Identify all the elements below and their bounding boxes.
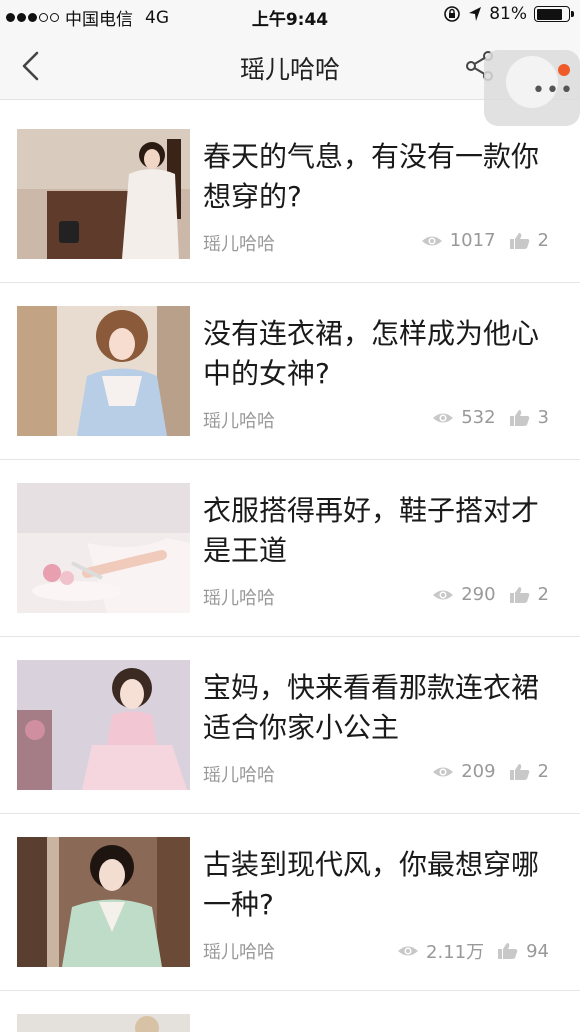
article-stats: 209 2: [432, 761, 549, 782]
article-thumbnail: [17, 1014, 190, 1032]
battery-icon: [534, 6, 574, 22]
article-author: 瑶儿哈哈: [203, 765, 275, 786]
article-stats: 1017 2: [421, 230, 549, 251]
article-thumbnail: [17, 483, 190, 613]
more-icon: •••: [532, 78, 574, 103]
like-count: 2: [537, 584, 549, 605]
like-count: 3: [537, 407, 549, 428]
thumbs-up-icon: [509, 409, 529, 426]
list-item[interactable]: 没有连衣裙，怎样成为他心中的女神? 瑶儿哈哈 532 3: [0, 283, 580, 460]
thumbs-up-icon: [509, 763, 529, 780]
article-thumbnail: [17, 837, 190, 967]
orientation-lock-icon: [444, 6, 461, 22]
article-title[interactable]: 古装到现代风，你最想穿哪一种?: [203, 845, 563, 925]
view-count: 209: [461, 761, 496, 782]
article-author: 瑶儿哈哈: [203, 942, 275, 963]
article-meta: 瑶儿哈哈 209 2: [203, 761, 553, 787]
article-stats: 2.11万 94: [397, 938, 549, 964]
article-title[interactable]: 春天的气息，有没有一款你想穿的?: [203, 137, 563, 217]
article-title[interactable]: 宝妈，快来看看那款连衣裙适合你家小公主: [203, 668, 563, 748]
view-count: 290: [461, 584, 496, 605]
article-thumbnail: [17, 660, 190, 790]
battery-percent: 81%: [489, 4, 527, 24]
view-count: 1017: [449, 230, 496, 251]
notification-badge: [558, 64, 570, 76]
like-count: 94: [526, 940, 549, 962]
article-stats: 532 3: [432, 407, 549, 428]
eye-icon: [433, 590, 454, 599]
article-author: 瑶儿哈哈: [203, 588, 275, 609]
view-count: 532: [461, 407, 496, 428]
article-meta: 瑶儿哈哈 2.11万 94: [203, 938, 553, 964]
status-bar: 中国电信 4G 上午9:44 81%: [0, 0, 580, 32]
article-title[interactable]: 衣服搭得再好，鞋子搭对才是王道: [203, 491, 563, 571]
eye-icon: [421, 236, 442, 245]
list-item[interactable]: 古装到现代风，你最想穿哪一种? 瑶儿哈哈 2.11万 94: [0, 814, 580, 991]
list-item[interactable]: [0, 991, 580, 1032]
article-meta: 瑶儿哈哈 532 3: [203, 407, 553, 433]
battery-level: [536, 8, 562, 20]
list-item[interactable]: 春天的气息，有没有一款你想穿的? 瑶儿哈哈 1017 2: [0, 106, 580, 283]
like-count: 2: [537, 761, 549, 782]
article-author: 瑶儿哈哈: [203, 411, 275, 432]
eye-icon: [433, 767, 454, 776]
article-thumbnail: [17, 129, 190, 259]
eye-icon: [398, 946, 419, 956]
thumbs-up-icon: [509, 586, 529, 603]
navigation-bar: 瑶儿哈哈 •••: [0, 32, 580, 126]
view-count: 2.11万: [426, 942, 485, 963]
article-title[interactable]: 没有连衣裙，怎样成为他心中的女神?: [203, 314, 563, 394]
list-item[interactable]: 宝妈，快来看看那款连衣裙适合你家小公主 瑶儿哈哈 209 2: [0, 637, 580, 814]
article-list: 春天的气息，有没有一款你想穿的? 瑶儿哈哈 1017 2 没有连衣裙，怎样成为他…: [0, 106, 580, 1032]
location-arrow-icon: [469, 7, 482, 21]
list-item[interactable]: 衣服搭得再好，鞋子搭对才是王道 瑶儿哈哈 290 2: [0, 460, 580, 637]
thumbs-up-icon: [498, 943, 518, 959]
article-author: 瑶儿哈哈: [203, 234, 275, 255]
article-meta: 瑶儿哈哈 290 2: [203, 584, 553, 610]
article-meta: 瑶儿哈哈 1017 2: [203, 230, 553, 256]
like-count: 2: [537, 230, 549, 251]
status-right: 81%: [443, 4, 574, 24]
article-thumbnail: [17, 306, 190, 436]
thumbs-up-icon: [509, 232, 529, 249]
eye-icon: [433, 413, 454, 422]
article-stats: 290 2: [432, 584, 549, 605]
